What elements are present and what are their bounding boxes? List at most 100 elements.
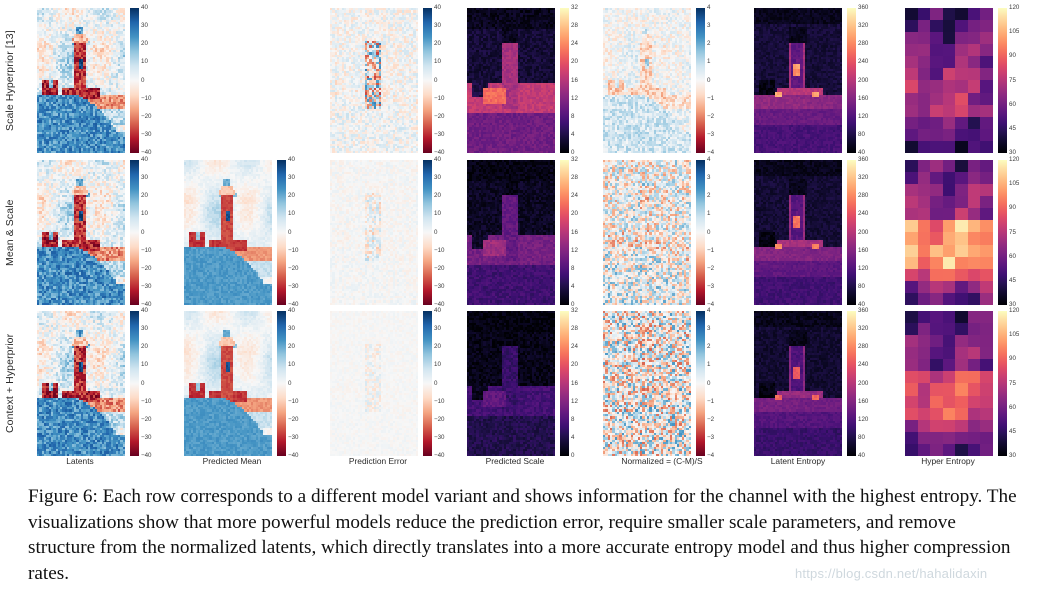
colorbar-tick-label: 45 [1009,125,1016,132]
colorbar-tick-label: −30 [434,131,445,138]
colorbar-tick-label: 10 [141,211,148,217]
colorbar-ticks: 40 30 20 10 0 −10 −20 −30 −40 [288,156,318,307]
colorbar-tick-label: 45 [1009,428,1016,435]
colorbar-tick-label: 60 [1009,404,1016,411]
colorbar-tick-label: −30 [434,434,445,441]
colorbar-tick-label: 30 [288,325,295,332]
row-label-scale-hyperprior: Scale Hyperprior [13] [0,8,20,153]
colorbar-tick-label: 120 [858,416,868,423]
colorbar-tick-label: 240 [858,59,868,65]
colorbar-tick-label: −10 [288,247,299,254]
colorbar-tick-label: 3 [707,174,710,181]
colorbar-tick-label: −2 [707,113,714,120]
colorbar-tick-label: −30 [141,434,152,441]
colorbar-tick-label: 4 [571,434,574,441]
heatmap-panel-normalized-mean-scale: 4 3 2 1 0 −1 −2 −3 −4 [603,156,714,308]
colorbar-tick-label: 4 [707,307,710,314]
heatmap-panel-prediction-error-mean-scale: 40 30 20 10 0 −10 −20 −30 −40 [330,156,445,308]
heatmap-panel-predicted-scale-scale-hyperprior: 32 28 24 20 16 12 8 4 0 [467,4,578,156]
colorbar-tick-label: 40 [434,307,441,314]
colorbar-ticks: 120 105 90 75 60 45 30 [1009,156,1039,307]
colorbar: 40 30 20 10 0 −10 −20 −30 −40 [423,156,445,308]
colorbar-ticks: 4 3 2 1 0 −1 −2 −3 −4 [707,156,737,307]
colorbar-tick-label: −20 [434,113,445,120]
colorbar-tick-label: 20 [434,40,441,47]
colorbar-tick-label: 320 [858,325,868,332]
colorbar-tick-label: −20 [434,265,445,272]
colorbar-tick-label: 280 [858,343,868,350]
colorbar-tick-label: −20 [141,113,152,120]
colorbar: 32 28 24 20 16 12 8 4 0 [560,156,578,308]
colorbar-gradient [130,8,139,153]
colorbar-tick-label: 20 [571,211,578,217]
colorbar-tick-label: 20 [571,362,578,368]
colorbar-tick-label: −3 [707,434,714,441]
colorbar-tick-label: 10 [288,211,295,217]
colorbar-tick-label: 0 [707,229,710,235]
colorbar-tick-label: 30 [434,325,441,332]
colorbar-tick-label: 240 [858,362,868,368]
heatmap-panel-predicted-scale-context-hyperprior: 32 28 24 20 16 12 8 4 0 [467,307,578,459]
colorbar-tick-label: −10 [141,247,152,254]
colorbar-gradient [696,8,705,153]
colorbar-tick-label: 40 [434,156,441,163]
colorbar-gradient [423,311,432,456]
colorbar-tick-label: 16 [571,77,578,83]
colorbar-tick-label: 0 [707,77,710,83]
colorbar-ticks: 120 105 90 75 60 45 30 [1009,307,1039,458]
colorbar-tick-label: 4 [707,156,710,163]
colorbar-ticks: 32 28 24 20 16 12 8 4 0 [571,156,601,307]
colorbar-tick-label: 1 [707,59,710,65]
colorbar-tick-label: −3 [707,131,714,138]
colorbar: 40 30 20 10 0 −10 −20 −30 −40 [130,307,152,459]
figure-caption-label: Figure 6: [28,486,98,507]
heatmap-panel-latents-scale-hyperprior: 40 30 20 10 0 −10 −20 −30 −40 [37,4,152,156]
colorbar-tick-label: 80 [858,283,865,290]
colorbar-tick-label: −10 [141,95,152,102]
heatmap-panel-prediction-error-context-hyperprior: 40 30 20 10 0 −10 −20 −30 −40 [330,307,445,459]
colorbar-tick-label: −10 [141,398,152,405]
colorbar-tick-label: 40 [141,156,148,163]
heatmap-panel-latent-entropy-mean-scale: 360 320 280 240 200 160 120 80 40 [754,156,868,308]
colorbar-tick-label: 30 [141,325,148,332]
colorbar-tick-label: 3 [707,325,710,332]
heatmap-panel-predicted-mean-mean-scale: 40 30 20 10 0 −10 −20 −30 −40 [184,156,299,308]
colorbar-tick-label: 20 [141,343,148,350]
colorbar-gradient [560,160,569,305]
colorbar-tick-label: 80 [858,131,865,138]
colorbar-tick-label: 20 [288,343,295,350]
colorbar-tick-label: 90 [1009,356,1016,362]
colorbar-tick-label: 120 [858,113,868,120]
colorbar-gradient [560,311,569,456]
colorbar-tick-label: 240 [858,211,868,217]
colorbar-ticks: 360 320 280 240 200 160 120 80 40 [858,4,888,155]
colorbar-tick-label: 4 [571,131,574,138]
column-label-text: Predicted Mean [203,456,262,466]
colorbar-tick-label: −3 [707,283,714,290]
colorbar-tick-label: 8 [571,416,574,423]
colorbar-tick-label: 160 [858,95,868,102]
heatmap-panel-predicted-mean-context-hyperprior: 40 30 20 10 0 −10 −20 −30 −40 [184,307,299,459]
colorbar-tick-label: −30 [288,283,299,290]
colorbar-gradient [847,311,856,456]
colorbar-tick-label: 120 [858,265,868,272]
colorbar-tick-label: 160 [858,247,868,254]
heatmap-panel-normalized-scale-hyperprior: 4 3 2 1 0 −1 −2 −3 −4 [603,4,714,156]
colorbar: 4 3 2 1 0 −1 −2 −3 −4 [696,4,714,156]
colorbar-tick-label: 30 [141,174,148,181]
colorbar-tick-label: 120 [1009,4,1019,11]
colorbar-ticks: 4 3 2 1 0 −1 −2 −3 −4 [707,4,737,155]
figure-caption-text: Each row corresponds to a different mode… [28,486,1017,584]
colorbar-tick-label: 12 [571,398,578,405]
column-label-predicted-mean: Predicted Mean [177,456,287,466]
colorbar-tick-label: 4 [707,4,710,11]
colorbar-tick-label: 1 [707,211,710,217]
colorbar-ticks: 32 28 24 20 16 12 8 4 0 [571,4,601,155]
colorbar-tick-label: 1 [707,362,710,368]
colorbar-tick-label: 200 [858,380,868,386]
colorbar-tick-label: −20 [434,416,445,423]
colorbar-tick-label: 28 [571,22,578,29]
colorbar-tick-label: 30 [434,22,441,29]
colorbar-tick-label: −30 [141,283,152,290]
colorbar: 120 105 90 75 60 45 30 [998,307,1019,459]
